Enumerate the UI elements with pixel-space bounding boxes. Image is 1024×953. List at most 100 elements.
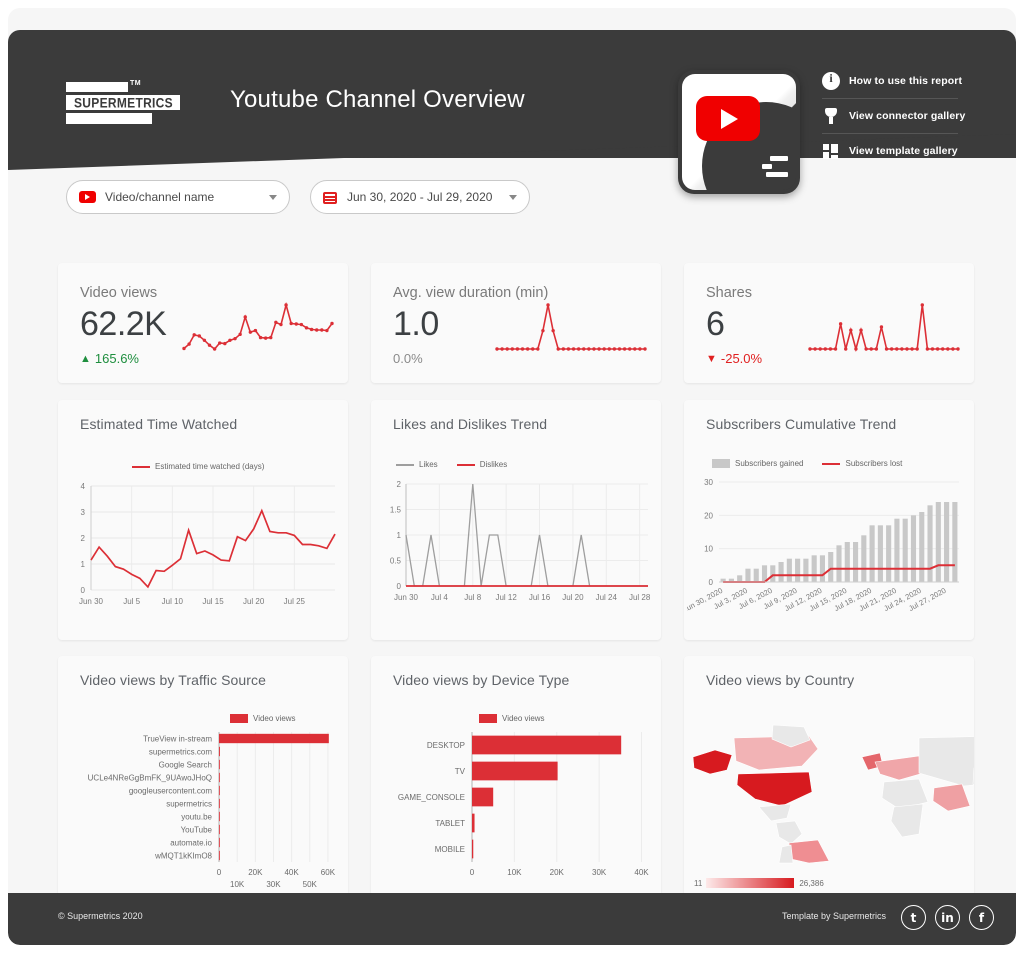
- scorecard-avg-view-duration: Avg. view duration (min) 1.0 0.0%: [371, 263, 661, 383]
- subscribers-chart: 0102030Jun 30, 2020Jul 3, 2020Jul 6, 202…: [687, 478, 959, 614]
- chart-legend: Video views: [479, 714, 559, 723]
- card-title: Likes and Dislikes Trend: [393, 416, 548, 432]
- linkedin-icon[interactable]: in: [935, 905, 960, 930]
- card-traffic-source: Video views by Traffic Source Video view…: [58, 656, 348, 896]
- scorecard-delta: 0.0%: [393, 351, 423, 366]
- scorecard-value: 1.0: [393, 305, 439, 343]
- svg-text:10: 10: [704, 545, 713, 554]
- scorecard-delta: ▲ 165.6%: [80, 351, 139, 366]
- scorecard-video-views: Video views 62.2K ▲ 165.6%: [58, 263, 348, 383]
- svg-text:2: 2: [397, 480, 402, 489]
- filter-bar: Video/channel name Jun 30, 2020 - Jul 29…: [8, 180, 1016, 222]
- legend-label: Subscribers lost: [845, 459, 903, 468]
- chart-legend: Likes Dislikes: [396, 460, 521, 469]
- svg-text:GAME_CONSOLE: GAME_CONSOLE: [398, 793, 465, 802]
- youtube-badge: [678, 70, 800, 194]
- svg-text:60K: 60K: [321, 868, 336, 877]
- svg-text:TrueView in-stream: TrueView in-stream: [143, 735, 212, 744]
- scorecard-value: 62.2K: [80, 305, 167, 343]
- svg-text:50K: 50K: [303, 880, 318, 889]
- card-country-map: Video views by Country 11 26,386: [684, 656, 974, 896]
- svg-text:1: 1: [397, 531, 402, 540]
- card-device-type: Video views by Device Type Video views D…: [371, 656, 661, 896]
- svg-text:3: 3: [81, 508, 86, 517]
- likes-dislikes-chart: 0 0.5 1 1.5 2 Jun 30 Jul 4 Jul 8 Jul 12 Jul 16 Jul…: [390, 480, 651, 602]
- svg-text:0.5: 0.5: [390, 557, 402, 566]
- svg-text:40K: 40K: [634, 868, 649, 877]
- world-map: [692, 724, 974, 864]
- youtube-icon: [79, 191, 96, 203]
- svg-text:DESKTOP: DESKTOP: [427, 741, 465, 750]
- svg-text:supermetrics: supermetrics: [166, 800, 212, 809]
- svg-text:2: 2: [81, 534, 86, 543]
- legend-label: Likes: [419, 460, 438, 469]
- svg-text:Jun 30: Jun 30: [79, 597, 104, 606]
- svg-text:YouTube: YouTube: [181, 826, 213, 835]
- trend-up-icon: ▲: [80, 352, 91, 365]
- trend-down-icon: ▼: [706, 352, 717, 365]
- svg-text:supermetrics.com: supermetrics.com: [149, 748, 212, 757]
- legend-label: Dislikes: [479, 460, 508, 469]
- map-legend-gradient: [706, 878, 795, 888]
- header-divider: [822, 133, 958, 134]
- card-title: Video views by Traffic Source: [80, 672, 267, 688]
- legend-label: Video views: [253, 714, 296, 723]
- template-credit: Template by Supermetrics: [781, 911, 886, 921]
- calendar-icon: [323, 190, 337, 204]
- legend-label: Video views: [502, 714, 545, 723]
- logo-trademark: TM: [130, 80, 142, 87]
- svg-text:automate.io: automate.io: [170, 839, 212, 848]
- svg-text:Jul 20: Jul 20: [562, 593, 584, 602]
- scorecard-delta-value: -25.0%: [720, 351, 763, 366]
- device-type-chart: DESKTOP TV GAME_CONSOLE TABLET MOBILE 0 10K 20K…: [398, 732, 649, 877]
- svg-text:20K: 20K: [550, 868, 565, 877]
- info-icon: [822, 71, 840, 90]
- plug-icon: [822, 107, 840, 125]
- supermetrics-logo: TM SUPERMETRICS: [66, 80, 188, 126]
- card-title: Estimated Time Watched: [80, 416, 238, 432]
- twitter-icon[interactable]: t: [901, 905, 926, 930]
- youtube-play-icon: [696, 96, 760, 141]
- svg-text:Jul 12: Jul 12: [495, 593, 517, 602]
- svg-text:0: 0: [709, 578, 714, 587]
- how-to-use-this-report-link[interactable]: How to use this report: [822, 70, 972, 92]
- svg-text:Jul 5: Jul 5: [123, 597, 140, 606]
- page-title: Youtube Channel Overview: [230, 86, 525, 113]
- header-link-label: View connector gallery: [849, 110, 966, 122]
- svg-text:30K: 30K: [266, 880, 281, 889]
- video-channel-filter[interactable]: Video/channel name: [66, 180, 290, 214]
- legend-label: Estimated time watched (days): [155, 462, 265, 471]
- scorecard-label: Shares: [706, 285, 752, 301]
- svg-text:0: 0: [470, 868, 475, 877]
- card-title: Subscribers Cumulative Trend: [706, 416, 897, 432]
- bar-chart-icon: [762, 156, 788, 178]
- svg-text:Jul 8: Jul 8: [464, 593, 481, 602]
- svg-text:TV: TV: [455, 767, 466, 776]
- svg-text:wMQT1kKImO8: wMQT1kKImO8: [154, 852, 212, 861]
- scorecard-label: Video views: [80, 285, 158, 301]
- traffic-source-chart: TrueView in-stream supermetrics.com Google…: [88, 732, 336, 889]
- card-title: Video views by Device Type: [393, 672, 570, 688]
- legend-label: Subscribers gained: [735, 459, 804, 468]
- page-footer: © Supermetrics 2020 Template by Supermet…: [8, 893, 1016, 945]
- header-link-label: View template gallery: [849, 145, 958, 157]
- date-range-filter[interactable]: Jun 30, 2020 - Jul 29, 2020: [310, 180, 530, 214]
- facebook-icon[interactable]: f: [969, 905, 994, 930]
- card-estimated-time-watched: Estimated Time Watched Estimated time wa…: [58, 400, 348, 640]
- date-range-filter-label: Jun 30, 2020 - Jul 29, 2020: [347, 190, 493, 204]
- svg-text:TABLET: TABLET: [435, 819, 465, 828]
- svg-text:youtu.be: youtu.be: [181, 813, 212, 822]
- view-template-gallery-link[interactable]: View template gallery: [822, 140, 972, 162]
- logo-wordmark: SUPERMETRICS: [74, 94, 173, 111]
- chart-legend: Video views: [230, 714, 310, 723]
- header-link-label: How to use this report: [849, 75, 963, 87]
- view-connector-gallery-link[interactable]: View connector gallery: [822, 105, 972, 127]
- chart-legend: Estimated time watched (days): [132, 462, 278, 471]
- svg-text:Google Search: Google Search: [159, 761, 212, 770]
- card-subscribers: Subscribers Cumulative Trend Subscribers…: [684, 400, 974, 640]
- svg-text:Jul 28: Jul 28: [629, 593, 651, 602]
- svg-text:googleusercontent.com: googleusercontent.com: [129, 787, 213, 796]
- avg-view-duration-sparkline: [495, 303, 647, 351]
- copyright-text: © Supermetrics 2020: [58, 911, 143, 921]
- svg-text:UCLe4NReGgBmFK_9UAwoJHoQ: UCLe4NReGgBmFK_9UAwoJHoQ: [88, 774, 212, 783]
